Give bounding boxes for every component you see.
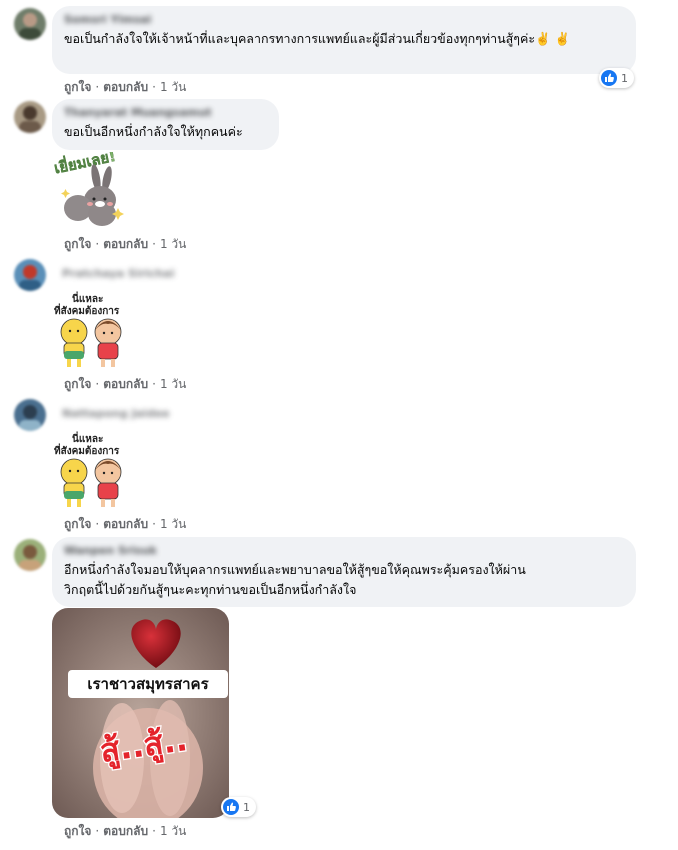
comment-bubble: Thanyarat Muangsamut ขอเป็นอีกหนึ่งกำลัง… xyxy=(52,99,279,150)
avatar[interactable] xyxy=(14,399,46,431)
comment-text-line1: อีกหนึ่งกำลังใจมอบให้บุคลากรแพทย์และพยาบ… xyxy=(64,562,526,577)
reaction-count-value: 1 xyxy=(243,800,250,814)
like-button[interactable]: ถูกใจ xyxy=(64,517,91,531)
sticker-caption-line1: นี่แหละ xyxy=(72,291,103,305)
comment-age[interactable]: 1 วัน xyxy=(160,517,186,531)
thumbs-up-icon xyxy=(223,799,239,815)
comment-photo[interactable]: เราชาวสมุทรสาคร สู้..สู้.. xyxy=(52,608,229,818)
comment-age[interactable]: 1 วัน xyxy=(160,80,186,94)
reply-button[interactable]: ตอบกลับ xyxy=(103,237,148,251)
comment-age[interactable]: 1 วัน xyxy=(160,237,186,251)
comment-author[interactable]: Nattapong Jaidee xyxy=(62,407,170,421)
avatar[interactable] xyxy=(14,8,46,40)
comment-actions: ถูกใจ · ตอบกลับ · 1 วัน xyxy=(64,824,187,838)
photo-title: เราชาวสมุทรสาคร xyxy=(87,675,209,694)
thumbs-up-icon xyxy=(601,70,617,86)
reaction-count[interactable]: 1 xyxy=(221,797,256,817)
like-button[interactable]: ถูกใจ xyxy=(64,237,91,251)
avatar[interactable] xyxy=(14,101,46,133)
comment-author[interactable]: Pratchaya Sirichai xyxy=(62,267,174,281)
like-button[interactable]: ถูกใจ xyxy=(64,80,91,94)
sticker-couple[interactable]: นี่แหละ ที่สังคมต้องการ xyxy=(52,290,132,374)
comment-age[interactable]: 1 วัน xyxy=(160,824,186,838)
comment-author[interactable]: Somsri Yimsai xyxy=(64,13,624,27)
reply-button[interactable]: ตอบกลับ xyxy=(103,80,148,94)
reply-button[interactable]: ตอบกลับ xyxy=(103,824,148,838)
avatar[interactable] xyxy=(14,539,46,571)
sticker-rabbit[interactable]: เยี่ยมเลย! xyxy=(52,145,132,232)
sticker-caption-line2: ที่สังคมต้องการ xyxy=(54,443,120,457)
comment-bubble: Somsri Yimsai ขอเป็นกำลังใจให้เจ้าหน้าที… xyxy=(52,6,636,74)
comment-text: ขอเป็นกำลังใจให้เจ้าหน้าที่และบุคลากรทาง… xyxy=(64,31,571,46)
reaction-count-value: 1 xyxy=(621,71,628,85)
comment-actions: ถูกใจ · ตอบกลับ · 1 วัน xyxy=(64,237,187,251)
comment-actions: ถูกใจ · ตอบกลับ · 1 วัน xyxy=(64,80,187,94)
avatar[interactable] xyxy=(14,259,46,291)
sticker-couple[interactable]: นี่แหละ ที่สังคมต้องการ xyxy=(52,430,132,514)
like-button[interactable]: ถูกใจ xyxy=(64,824,91,838)
reply-button[interactable]: ตอบกลับ xyxy=(103,377,148,391)
comment-actions: ถูกใจ · ตอบกลับ · 1 วัน xyxy=(64,377,187,391)
comment-bubble: Wanpen Srisuk อีกหนึ่งกำลังใจมอบให้บุคลา… xyxy=(52,537,636,607)
comment-author[interactable]: Wanpen Srisuk xyxy=(64,544,624,558)
reply-button[interactable]: ตอบกลับ xyxy=(103,517,148,531)
comment-author[interactable]: Thanyarat Muangsamut xyxy=(64,106,267,120)
comment-text-line2: วิกฤตนี้ไปด้วยกันสู้ๆนะคะทุกท่านขอเป็นอี… xyxy=(64,582,357,597)
like-button[interactable]: ถูกใจ xyxy=(64,377,91,391)
sticker-caption-line1: นี่แหละ xyxy=(72,431,103,445)
comment-text: ขอเป็นอีกหนึ่งกำลังใจให้ทุกคนค่ะ xyxy=(64,124,243,139)
sticker-caption-line2: ที่สังคมต้องการ xyxy=(54,303,120,317)
comment-age[interactable]: 1 วัน xyxy=(160,377,186,391)
reaction-count[interactable]: 1 xyxy=(599,68,634,88)
comment-actions: ถูกใจ · ตอบกลับ · 1 วัน xyxy=(64,517,187,531)
